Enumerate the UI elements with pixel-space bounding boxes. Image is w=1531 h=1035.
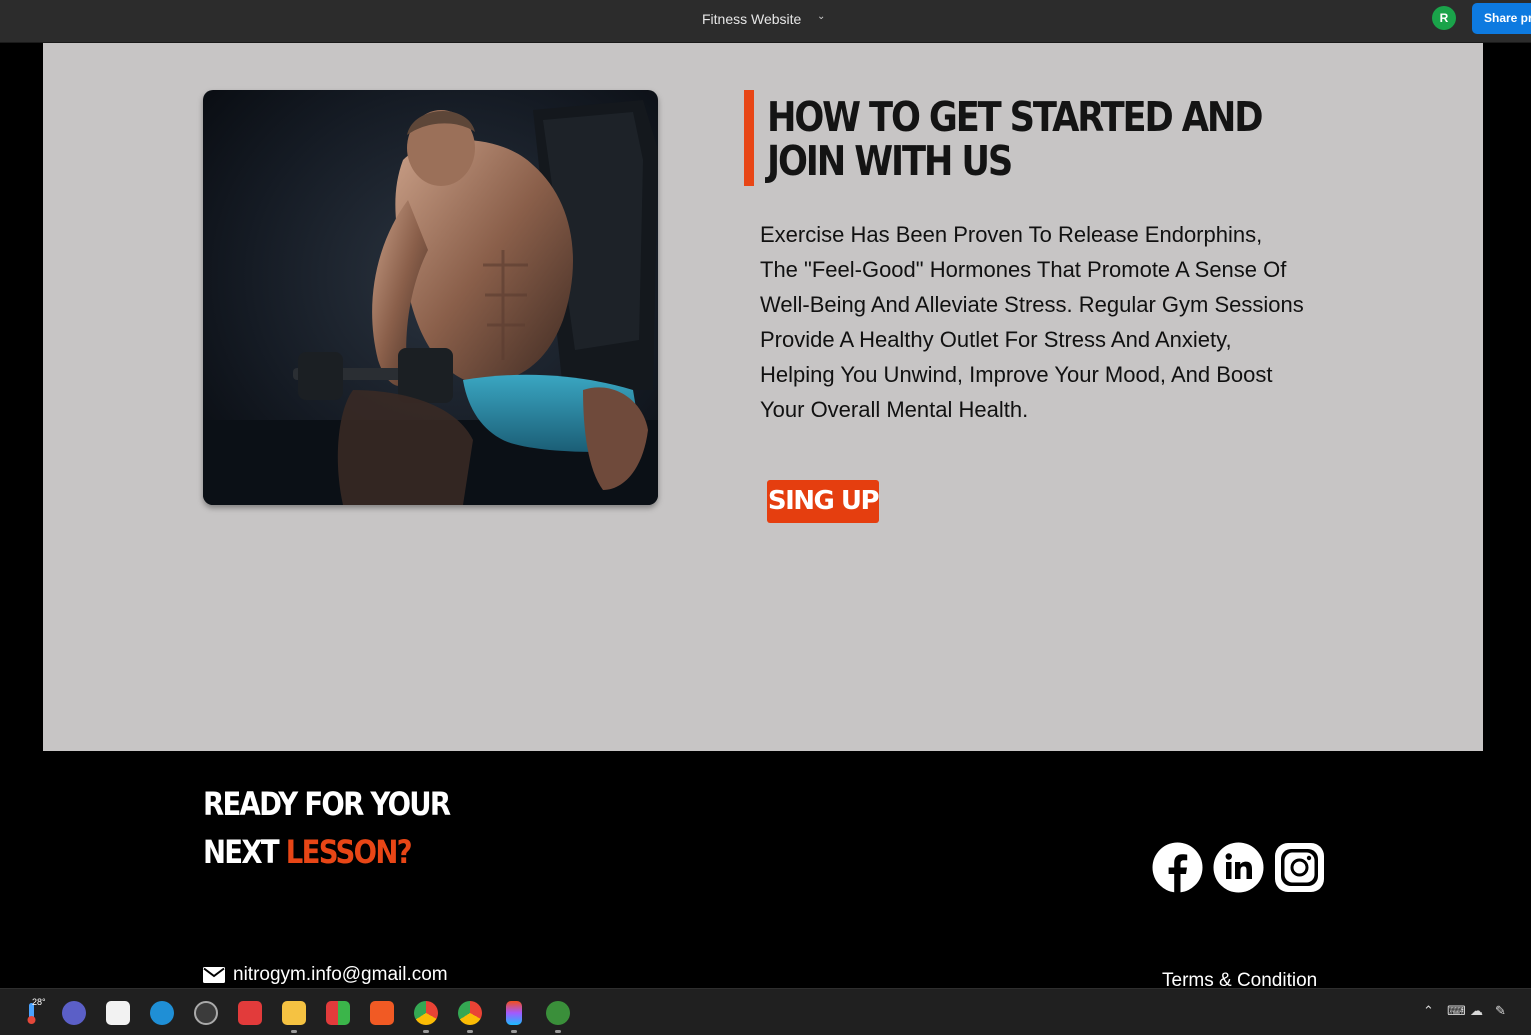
facebook-icon[interactable] <box>1152 842 1203 893</box>
section-heading-line2: JOIN WITH US <box>767 137 1013 185</box>
heading-accent-bar <box>744 90 754 186</box>
chrome-profile-icon[interactable] <box>458 1001 482 1025</box>
chevron-down-icon[interactable]: ⌄ <box>817 11 825 22</box>
footer-heading-line2: NEXT LESSON? <box>203 828 449 876</box>
running-indicator <box>511 1030 517 1033</box>
footer-heading-line1: READY FOR YOUR <box>203 785 451 823</box>
footer-heading-line2-text: NEXT <box>203 833 286 871</box>
temperature: 28° <box>32 997 46 1007</box>
anydesk-icon[interactable] <box>238 1001 262 1025</box>
running-indicator <box>423 1030 429 1033</box>
app-icon[interactable] <box>546 1001 570 1025</box>
document-title[interactable]: Fitness Website <box>702 11 801 27</box>
chrome-icon[interactable] <box>414 1001 438 1025</box>
athlete-photo <box>203 90 658 505</box>
signup-button[interactable]: SING UP <box>767 480 880 523</box>
cloud-icon[interactable]: ☁ <box>1470 1003 1483 1019</box>
instagram-icon[interactable] <box>1274 842 1325 893</box>
running-indicator <box>291 1030 297 1033</box>
meet-icon[interactable] <box>62 1001 86 1025</box>
pen-icon[interactable]: ✎ <box>1495 1003 1506 1019</box>
brave-icon[interactable] <box>370 1001 394 1025</box>
section-heading-line1: HOW TO GET STARTED AND <box>767 93 1263 141</box>
get-started-section: HOW TO GET STARTED AND JOIN WITH US Exer… <box>43 43 1483 751</box>
email-contact[interactable]: nitrogym.info@gmail.com <box>203 963 448 987</box>
footer-heading: READY FOR YOUR NEXT LESSON? <box>203 780 451 876</box>
section-body-text: Exercise Has Been Proven To Release Endo… <box>760 222 1304 422</box>
winrar-icon[interactable] <box>326 1001 350 1025</box>
running-indicator <box>467 1030 473 1033</box>
running-indicator <box>555 1030 561 1033</box>
os-taskbar: 28° ⌃ ⌨ ☁ ✎ <box>0 988 1531 1035</box>
footer-heading-accent: LESSON? <box>285 833 413 871</box>
media-player-icon[interactable] <box>194 1001 218 1025</box>
chevron-up-icon[interactable]: ⌃ <box>1423 1003 1434 1019</box>
email-address[interactable]: nitrogym.info@gmail.com <box>233 964 448 986</box>
mail-icon <box>203 967 225 983</box>
avatar[interactable]: R <box>1432 6 1456 30</box>
linkedin-icon[interactable] <box>1213 842 1264 893</box>
keyboard-icon[interactable]: ⌨ <box>1447 1003 1466 1019</box>
file-explorer-icon[interactable] <box>282 1001 306 1025</box>
share-button[interactable]: Share pro <box>1472 3 1531 34</box>
edge-icon[interactable] <box>150 1001 174 1025</box>
app-header: Fitness Website ⌄ R Share pro <box>0 0 1531 43</box>
section-heading: HOW TO GET STARTED AND JOIN WITH US <box>767 93 1263 185</box>
store-icon[interactable] <box>106 1001 130 1025</box>
figma-icon[interactable] <box>506 1001 522 1025</box>
